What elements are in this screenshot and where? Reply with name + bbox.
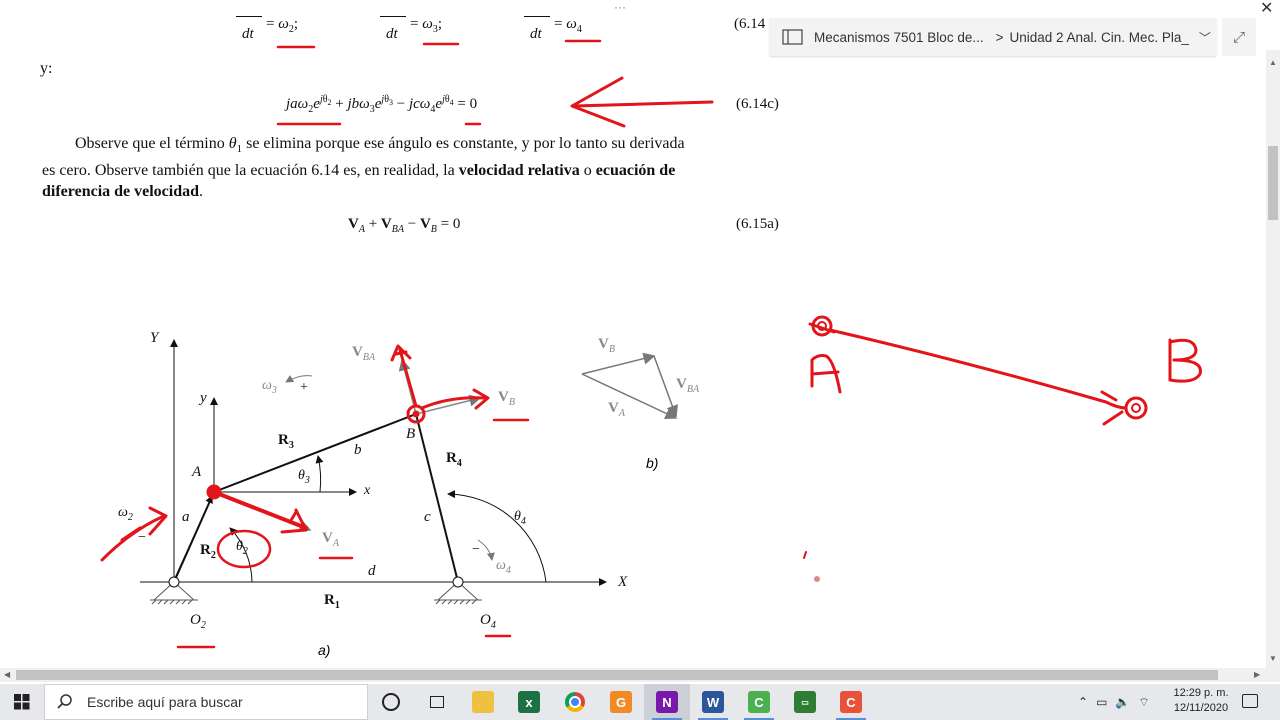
- label-B: B: [406, 426, 416, 442]
- label-theta3: θ3: [298, 468, 310, 486]
- horizontal-scrollbar[interactable]: ◀ ▶: [0, 668, 1280, 682]
- search-placeholder: Escribe aquí para buscar: [87, 694, 243, 710]
- scroll-up-icon[interactable]: ▲: [1269, 58, 1277, 67]
- volume-icon[interactable]: 🔈: [1115, 695, 1130, 709]
- label-omega2: ω2: [118, 505, 133, 523]
- close-icon[interactable]: ✕: [1260, 0, 1273, 18]
- horizontal-scroll-thumb[interactable]: [16, 670, 1218, 680]
- chevron-down-icon[interactable]: ﹀: [1199, 29, 1211, 46]
- chrome-icon: [565, 692, 585, 712]
- label-b: b: [354, 442, 362, 458]
- expand-icon[interactable]: ⤢: [1222, 18, 1256, 56]
- wifi-icon[interactable]: ⌔: [1138, 695, 1149, 710]
- label-A: A: [192, 464, 202, 480]
- omega4-arrow: [477, 539, 495, 561]
- label-c: c: [424, 509, 431, 525]
- document-page: ··· dt = ω2; dt = ω3; dt = ω4 (6.14 y: j…: [0, 0, 1266, 668]
- omega3-arrow: [285, 375, 313, 383]
- fourbar-figure: [100, 39, 1202, 649]
- camtasia-recorder-icon: C: [748, 691, 770, 713]
- scroll-down-icon[interactable]: ▼: [1269, 654, 1277, 663]
- triangle-label-VBA: VBA: [676, 376, 700, 395]
- clock-time: 12:29 p. m.: [1173, 687, 1229, 699]
- caption-a: a): [318, 642, 331, 658]
- camtasia-icon: C: [840, 691, 862, 713]
- ground-pivot-o4: [434, 576, 482, 605]
- label-VB: VB: [498, 389, 515, 408]
- foxit-button[interactable]: G: [598, 684, 644, 720]
- label-R1: R1: [324, 592, 340, 611]
- breadcrumb-section[interactable]: Unidad 2 Anal. Cin. Mec. Pla_: [1009, 30, 1188, 45]
- vertical-scrollbar[interactable]: ▲ ▼: [1266, 50, 1280, 668]
- scroll-right-icon[interactable]: ▶: [1254, 670, 1260, 679]
- breadcrumb: Mecanismos 7501 Bloc de... > Unidad 2 An…: [770, 18, 1216, 56]
- clock[interactable]: 12:29 p. m. 12/11/2020: [1170, 686, 1232, 716]
- label-omega3: ω3: [262, 378, 277, 396]
- link-c: [415, 413, 459, 583]
- label-a: a: [182, 509, 190, 525]
- label-omega2-sign: −: [138, 530, 146, 545]
- label-R4: R4: [446, 450, 462, 469]
- label-Y: Y: [150, 330, 159, 346]
- label-theta2: θ2: [236, 539, 248, 557]
- clock-date: 12/11/2020: [1173, 702, 1229, 714]
- triangle-label-VB: VB: [598, 336, 615, 355]
- chevron-up-icon[interactable]: ⌃: [1078, 695, 1088, 709]
- label-y: y: [200, 390, 207, 406]
- label-VA: VA: [322, 530, 339, 549]
- cortana-button[interactable]: [368, 684, 414, 720]
- label-VBA: VBA: [352, 344, 376, 363]
- notebook-icon: [782, 29, 803, 45]
- triangle-label-VA: VA: [608, 400, 625, 419]
- camtasia-recorder-button[interactable]: C: [736, 684, 782, 720]
- label-R2: R2: [200, 542, 216, 561]
- battery-icon[interactable]: ▭: [1096, 695, 1107, 709]
- file-explorer-button[interactable]: [460, 684, 506, 720]
- ground-pivot-o2: [150, 576, 198, 605]
- windows-icon: [14, 694, 30, 710]
- meeting-icon: ▭: [794, 691, 816, 713]
- onenote-button[interactable]: N: [644, 684, 690, 720]
- chrome-button[interactable]: [552, 684, 598, 720]
- taskbar: Escribe aquí para buscar x G N W C ▭ C ⌃…: [0, 684, 1280, 720]
- excel-icon: x: [518, 691, 540, 713]
- label-x: x: [364, 483, 371, 498]
- task-view-icon: [430, 696, 444, 708]
- label-R3: R3: [278, 432, 294, 451]
- folder-icon: [472, 691, 494, 713]
- foxit-icon: G: [610, 691, 632, 713]
- theta3-arc: [315, 455, 324, 493]
- label-d: d: [368, 563, 376, 579]
- label-omega4: ω4: [496, 558, 511, 576]
- stray-dot: [814, 576, 820, 582]
- word-button[interactable]: W: [690, 684, 736, 720]
- camtasia-button[interactable]: C: [828, 684, 874, 720]
- onenote-icon: N: [656, 691, 678, 713]
- handwritten-annotations: [100, 39, 1202, 649]
- label-O4: O4: [480, 612, 496, 631]
- windows-start-button[interactable]: [0, 684, 44, 720]
- label-omega3-sign: +: [300, 380, 308, 395]
- scroll-left-icon[interactable]: ◀: [4, 670, 10, 679]
- cortana-icon: [382, 693, 400, 711]
- label-theta4: θ4: [514, 509, 526, 527]
- word-icon: W: [702, 691, 724, 713]
- breadcrumb-notebook[interactable]: Mecanismos 7501 Bloc de...: [814, 30, 984, 45]
- task-view-button[interactable]: [414, 684, 460, 720]
- velocity-triangle: [581, 352, 679, 419]
- breadcrumb-separator: >: [995, 29, 1004, 45]
- link-b: [213, 413, 417, 493]
- vertical-scroll-thumb[interactable]: [1268, 146, 1278, 220]
- meeting-app-button[interactable]: ▭: [782, 684, 828, 720]
- excel-button[interactable]: x: [506, 684, 552, 720]
- system-tray: ⌃ ▭ 🔈 ⌔: [1078, 684, 1150, 720]
- label-O2: O2: [190, 612, 206, 631]
- taskbar-search-box[interactable]: Escribe aquí para buscar: [44, 684, 368, 720]
- caption-b: b): [646, 455, 659, 471]
- notifications-icon[interactable]: [1242, 694, 1258, 708]
- label-omega4-sign: −: [472, 542, 480, 557]
- search-icon: [57, 694, 72, 709]
- label-X: X: [618, 574, 628, 590]
